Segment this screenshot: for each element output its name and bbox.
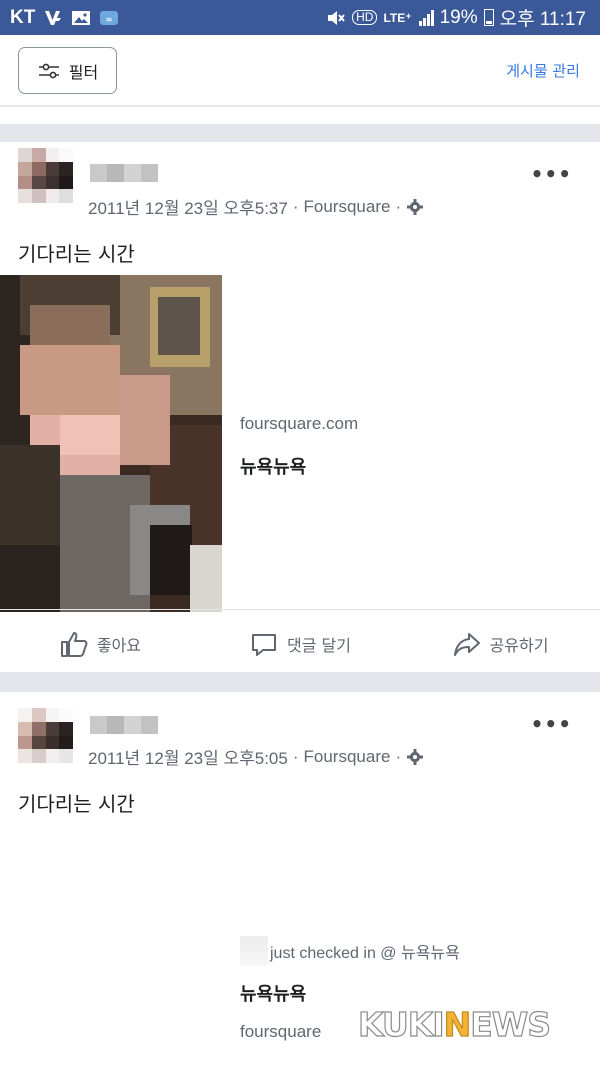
carrier-label: KT <box>10 6 36 28</box>
status-bar: KT ∞ HD LTE⁺ 19% 오후 11:17 <box>0 0 600 35</box>
sliders-icon <box>38 63 59 78</box>
meta-dot: · <box>395 196 402 216</box>
author-name-blurred[interactable] <box>90 716 158 734</box>
link-title[interactable]: 뉴욕뉴욕 <box>240 980 306 1006</box>
section-divider <box>0 124 600 142</box>
signal-icon <box>418 9 434 26</box>
battery-icon <box>483 9 494 26</box>
like-label: 좋아요 <box>96 635 142 655</box>
more-options-icon[interactable]: ••• <box>531 712 572 736</box>
photo-blurred <box>0 275 222 612</box>
action-bar: 좋아요 댓글 달기 공유하기 <box>0 609 600 677</box>
comment-label: 댓글 달기 <box>287 635 351 655</box>
comment-button[interactable]: 댓글 달기 <box>200 629 400 659</box>
like-button[interactable]: 좋아요 <box>0 629 200 659</box>
post-date[interactable]: 2011년 12월 23일 오후5:37 <box>88 194 288 219</box>
gallery-icon <box>72 10 91 25</box>
battery-percent: 19% <box>439 6 478 28</box>
gear-icon <box>407 198 424 215</box>
section-divider <box>0 672 600 692</box>
app-notification-icon: ∞ <box>100 10 119 25</box>
network-label: LTE⁺ <box>383 10 412 25</box>
thumbs-up-icon <box>60 631 88 657</box>
link-domain[interactable]: foursquare.com <box>240 414 358 434</box>
filter-label: 필터 <box>68 62 99 82</box>
share-label: 공유하기 <box>489 635 549 655</box>
share-button[interactable]: 공유하기 <box>400 629 600 659</box>
clock: 오후 11:17 <box>499 9 586 30</box>
watermark-logo: KUKINEWS <box>357 1004 551 1044</box>
comment-icon <box>252 633 277 656</box>
link-source[interactable]: foursquare <box>240 1022 321 1042</box>
manage-posts-link[interactable]: 게시물 관리 <box>506 60 580 81</box>
more-options-icon[interactable]: ••• <box>531 162 572 186</box>
post-app[interactable]: Foursquare <box>304 747 391 767</box>
share-icon <box>453 632 480 656</box>
post-app[interactable]: Foursquare <box>304 197 391 217</box>
checkin-line: just checked in @ 뉴욕뉴욕 <box>240 936 460 966</box>
filter-bar: 필터 게시물 관리 <box>0 35 600 107</box>
link-title[interactable]: 뉴욕뉴욕 <box>240 453 306 479</box>
checkin-text: just checked in @ 뉴욕뉴욕 <box>270 945 460 962</box>
post-text: 기다리는 시간 <box>18 242 135 266</box>
post-text: 기다리는 시간 <box>18 792 135 816</box>
avatar[interactable] <box>18 148 73 203</box>
filter-button[interactable]: 필터 <box>18 47 117 94</box>
mute-icon <box>328 10 345 25</box>
meta-dot: · <box>395 746 402 766</box>
svg-text:∞: ∞ <box>106 15 113 24</box>
post-card: 2011년 12월 23일 오후5:37 · Foursquare · ••• … <box>0 142 600 672</box>
post-photo[interactable] <box>0 275 222 612</box>
meta-dot: · <box>292 196 299 216</box>
v-app-icon <box>45 10 62 25</box>
author-name-blurred[interactable] <box>90 164 158 182</box>
avatar[interactable] <box>18 708 73 763</box>
post-date[interactable]: 2011년 12월 23일 오후5:05 <box>88 744 288 769</box>
checkin-avatar-blurred <box>240 936 268 966</box>
hd-badge: HD <box>352 10 378 25</box>
meta-dot: · <box>292 746 299 766</box>
gear-icon <box>407 748 424 765</box>
